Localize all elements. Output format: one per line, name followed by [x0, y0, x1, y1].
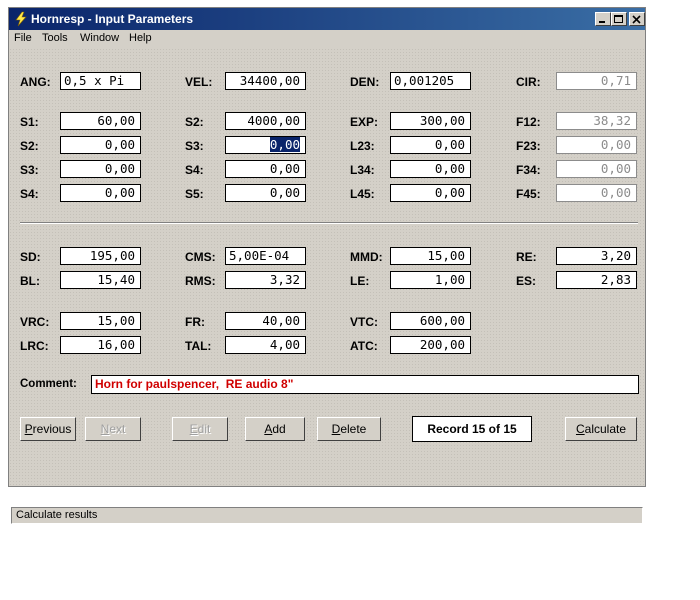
- menu-help[interactable]: Help: [129, 32, 152, 44]
- label-l45: L45:: [350, 187, 375, 201]
- field-s3-2[interactable]: 0,00: [60, 160, 141, 178]
- label-vel: VEL:: [185, 75, 213, 89]
- field-cms[interactable]: 5,00E-04: [225, 247, 306, 265]
- field-den[interactable]: 0,001205: [390, 72, 471, 90]
- field-es[interactable]: 2,83: [556, 271, 637, 289]
- label-cir: CIR:: [516, 75, 541, 89]
- label-f45: F45:: [516, 187, 541, 201]
- field-rms[interactable]: 3,32: [225, 271, 306, 289]
- label-exp: EXP:: [350, 115, 379, 129]
- field-s1[interactable]: 60,00: [60, 112, 141, 130]
- field-s2[interactable]: 4000,00: [225, 112, 306, 130]
- label-l34: L34:: [350, 163, 375, 177]
- label-cms: CMS:: [185, 250, 216, 264]
- field-ang[interactable]: 0,5 x Pi: [60, 72, 141, 90]
- menu-file[interactable]: File: [14, 32, 32, 44]
- field-mmd[interactable]: 15,00: [390, 247, 471, 265]
- comment-field[interactable]: Horn for paulspencer, RE audio 8": [91, 375, 639, 394]
- maximize-icon: [614, 15, 623, 23]
- selected-text: 0,00: [269, 137, 300, 152]
- label-vrc: VRC:: [20, 315, 50, 329]
- input-parameters-window: Hornresp - Input Parameters File Tools W…: [8, 7, 646, 524]
- label-f12: F12:: [516, 115, 541, 129]
- field-lrc[interactable]: 16,00: [60, 336, 141, 354]
- label-atc: ATC:: [350, 339, 378, 353]
- label-sd: SD:: [20, 250, 41, 264]
- title-bar[interactable]: Hornresp - Input Parameters: [9, 8, 645, 30]
- label-mmd: MMD:: [350, 250, 383, 264]
- label-le: LE:: [350, 274, 370, 288]
- edit-button[interactable]: Edit: [172, 417, 228, 441]
- label-s2-2: S2:: [20, 139, 39, 153]
- field-fr[interactable]: 40,00: [225, 312, 306, 330]
- minimize-button[interactable]: [595, 12, 611, 26]
- label-tal: TAL:: [185, 339, 212, 353]
- minimize-icon: [599, 21, 605, 23]
- field-le[interactable]: 1,00: [390, 271, 471, 289]
- add-button[interactable]: Add: [245, 417, 305, 441]
- label-den: DEN:: [350, 75, 380, 89]
- field-s4-2[interactable]: 0,00: [60, 184, 141, 202]
- field-s2-2[interactable]: 0,00: [60, 136, 141, 154]
- label-s3-2: S3:: [20, 163, 39, 177]
- field-vel[interactable]: 34400,00: [225, 72, 306, 90]
- field-s4[interactable]: 0,00: [225, 160, 306, 178]
- label-fr: FR:: [185, 315, 205, 329]
- window-title: Hornresp - Input Parameters: [31, 12, 194, 26]
- label-s1: S1:: [20, 115, 39, 129]
- comment-label: Comment:: [20, 378, 77, 390]
- field-bl[interactable]: 15,40: [60, 271, 141, 289]
- hornresp-app-icon[interactable]: [13, 11, 29, 27]
- label-l23: L23:: [350, 139, 375, 153]
- field-s3-selected[interactable]: 0,00: [225, 136, 306, 154]
- status-bar: Calculate results: [11, 507, 643, 524]
- label-s4: S4:: [185, 163, 204, 177]
- field-exp[interactable]: 300,00: [390, 112, 471, 130]
- menu-window[interactable]: Window: [80, 32, 119, 44]
- field-atc[interactable]: 200,00: [390, 336, 471, 354]
- section-divider: [20, 222, 638, 224]
- field-re[interactable]: 3,20: [556, 247, 637, 265]
- delete-button[interactable]: Delete: [317, 417, 381, 441]
- maximize-button[interactable]: [611, 12, 627, 26]
- label-ang: ANG:: [20, 75, 51, 89]
- label-bl: BL:: [20, 274, 40, 288]
- label-es: ES:: [516, 274, 537, 288]
- field-s5[interactable]: 0,00: [225, 184, 306, 202]
- label-f34: F34:: [516, 163, 541, 177]
- field-f23: 0,00: [556, 136, 637, 154]
- parameters-panel: ANG: 0,5 x Pi VEL: 34400,00 DEN: 0,00120…: [9, 48, 645, 524]
- field-l34[interactable]: 0,00: [390, 160, 471, 178]
- close-icon: [632, 15, 641, 24]
- field-sd[interactable]: 195,00: [60, 247, 141, 265]
- record-indicator: Record 15 of 15: [412, 416, 532, 442]
- menu-bar: File Tools Window Help: [9, 30, 645, 48]
- field-tal[interactable]: 4,00: [225, 336, 306, 354]
- label-vtc: VTC:: [350, 315, 378, 329]
- field-vtc[interactable]: 600,00: [390, 312, 471, 330]
- field-l45[interactable]: 0,00: [390, 184, 471, 202]
- field-f12: 38,32: [556, 112, 637, 130]
- label-rms: RMS:: [185, 274, 216, 288]
- calculate-button[interactable]: Calculate: [565, 417, 637, 441]
- menu-tools[interactable]: Tools: [42, 32, 68, 44]
- field-f45: 0,00: [556, 184, 637, 202]
- label-s2: S2:: [185, 115, 204, 129]
- label-lrc: LRC:: [20, 339, 49, 353]
- label-s4-2: S4:: [20, 187, 39, 201]
- field-cir: 0,71: [556, 72, 637, 90]
- label-s5: S5:: [185, 187, 204, 201]
- field-vrc[interactable]: 15,00: [60, 312, 141, 330]
- field-l23[interactable]: 0,00: [390, 136, 471, 154]
- label-s3: S3:: [185, 139, 204, 153]
- label-f23: F23:: [516, 139, 541, 153]
- field-f34: 0,00: [556, 160, 637, 178]
- next-button[interactable]: Next: [85, 417, 141, 441]
- close-button[interactable]: [629, 12, 645, 26]
- label-re: RE:: [516, 250, 537, 264]
- previous-button[interactable]: Previous: [20, 417, 76, 441]
